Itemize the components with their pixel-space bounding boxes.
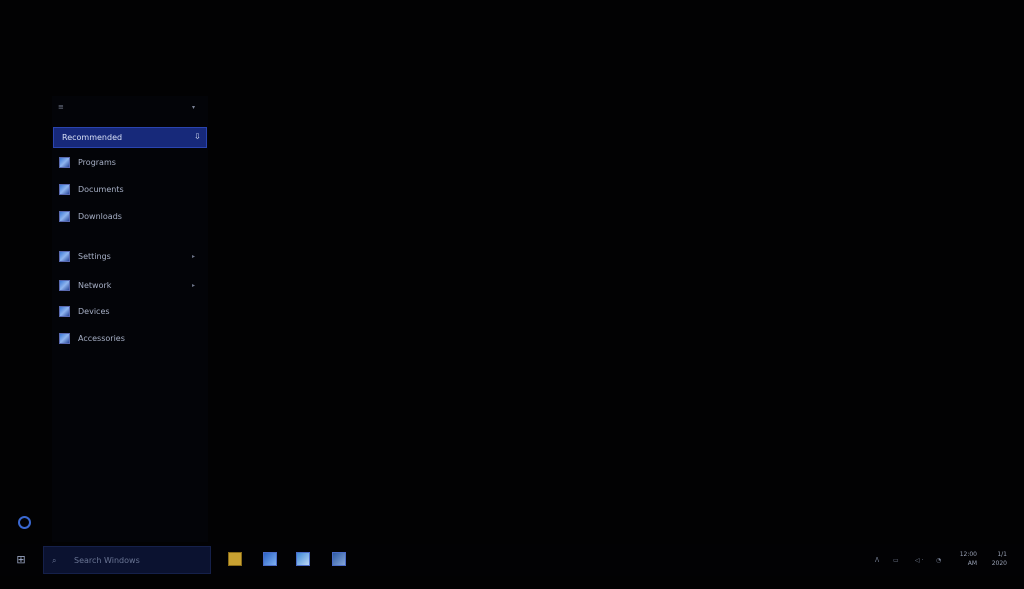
taskbar-app-icon[interactable] bbox=[263, 552, 277, 566]
app-icon bbox=[59, 306, 70, 317]
expand-arrow-icon[interactable]: ▸ bbox=[192, 253, 195, 260]
menu-item-label: Devices bbox=[78, 307, 110, 316]
expand-arrow-icon[interactable]: ▸ bbox=[192, 282, 195, 289]
app-icon bbox=[59, 280, 70, 291]
start-menu-header[interactable]: ≡ ▾ bbox=[52, 100, 208, 116]
menu-item[interactable]: Programs bbox=[52, 152, 208, 174]
start-button[interactable]: ⊞ bbox=[14, 553, 28, 567]
menu-item-label: Downloads bbox=[78, 212, 122, 221]
search-placeholder: Search Windows bbox=[74, 556, 140, 565]
search-box[interactable]: ⌕ Search Windows bbox=[43, 546, 211, 574]
menu-item-label: Settings bbox=[78, 252, 111, 261]
pin-icon[interactable]: ⇩ bbox=[194, 132, 201, 141]
menu-item[interactable]: Accessories bbox=[52, 328, 208, 350]
menu-item-label: Network bbox=[78, 281, 112, 290]
cortana-icon[interactable] bbox=[18, 516, 31, 529]
battery-icon[interactable]: ▭ bbox=[893, 557, 899, 589]
clock[interactable]: 12:00 AM bbox=[955, 550, 977, 568]
date-day: 1/1 bbox=[997, 551, 1007, 558]
menu-item[interactable]: Downloads bbox=[52, 206, 208, 228]
clock-ampm: AM bbox=[967, 560, 977, 567]
menu-item-label: Documents bbox=[78, 185, 124, 194]
file-explorer-icon[interactable] bbox=[228, 552, 242, 566]
menu-item[interactable]: Network ▸ bbox=[52, 275, 208, 297]
taskbar-app-icon[interactable] bbox=[296, 552, 310, 566]
app-icon bbox=[59, 251, 70, 262]
menu-hamburger-icon[interactable]: ≡ bbox=[58, 103, 64, 111]
network-icon[interactable]: ◔ bbox=[936, 557, 941, 589]
app-icon bbox=[59, 211, 70, 222]
start-menu: ≡ ▾ Recommended ⇩ Programs Documents Dow… bbox=[52, 96, 208, 542]
menu-item[interactable]: Devices bbox=[52, 301, 208, 323]
tray-chevron-icon[interactable]: ᐱ bbox=[875, 557, 879, 589]
date-year: 2020 bbox=[991, 560, 1007, 567]
app-icon bbox=[59, 157, 70, 168]
date[interactable]: 1/1 2020 bbox=[985, 550, 1007, 568]
menu-item[interactable]: Documents bbox=[52, 179, 208, 201]
header-chevron-icon[interactable]: ▾ bbox=[192, 104, 195, 111]
menu-item[interactable]: Settings ▸ bbox=[52, 246, 208, 268]
app-icon bbox=[59, 333, 70, 344]
taskbar: ⊞ ⌕ Search Windows ᐱ ▭ ◁ ‧ ◔ 12:00 AM 1/… bbox=[0, 544, 1024, 576]
taskbar-app-icon[interactable] bbox=[332, 552, 346, 566]
menu-item-selected[interactable]: Recommended ⇩ bbox=[53, 127, 207, 148]
volume-icon[interactable]: ◁ ‧ bbox=[915, 557, 923, 589]
menu-item-label: Recommended bbox=[62, 133, 123, 142]
clock-time: 12:00 bbox=[959, 551, 977, 558]
search-icon: ⌕ bbox=[52, 556, 57, 565]
menu-item-label: Accessories bbox=[78, 334, 125, 343]
app-icon bbox=[59, 184, 70, 195]
menu-item-label: Programs bbox=[78, 158, 116, 167]
